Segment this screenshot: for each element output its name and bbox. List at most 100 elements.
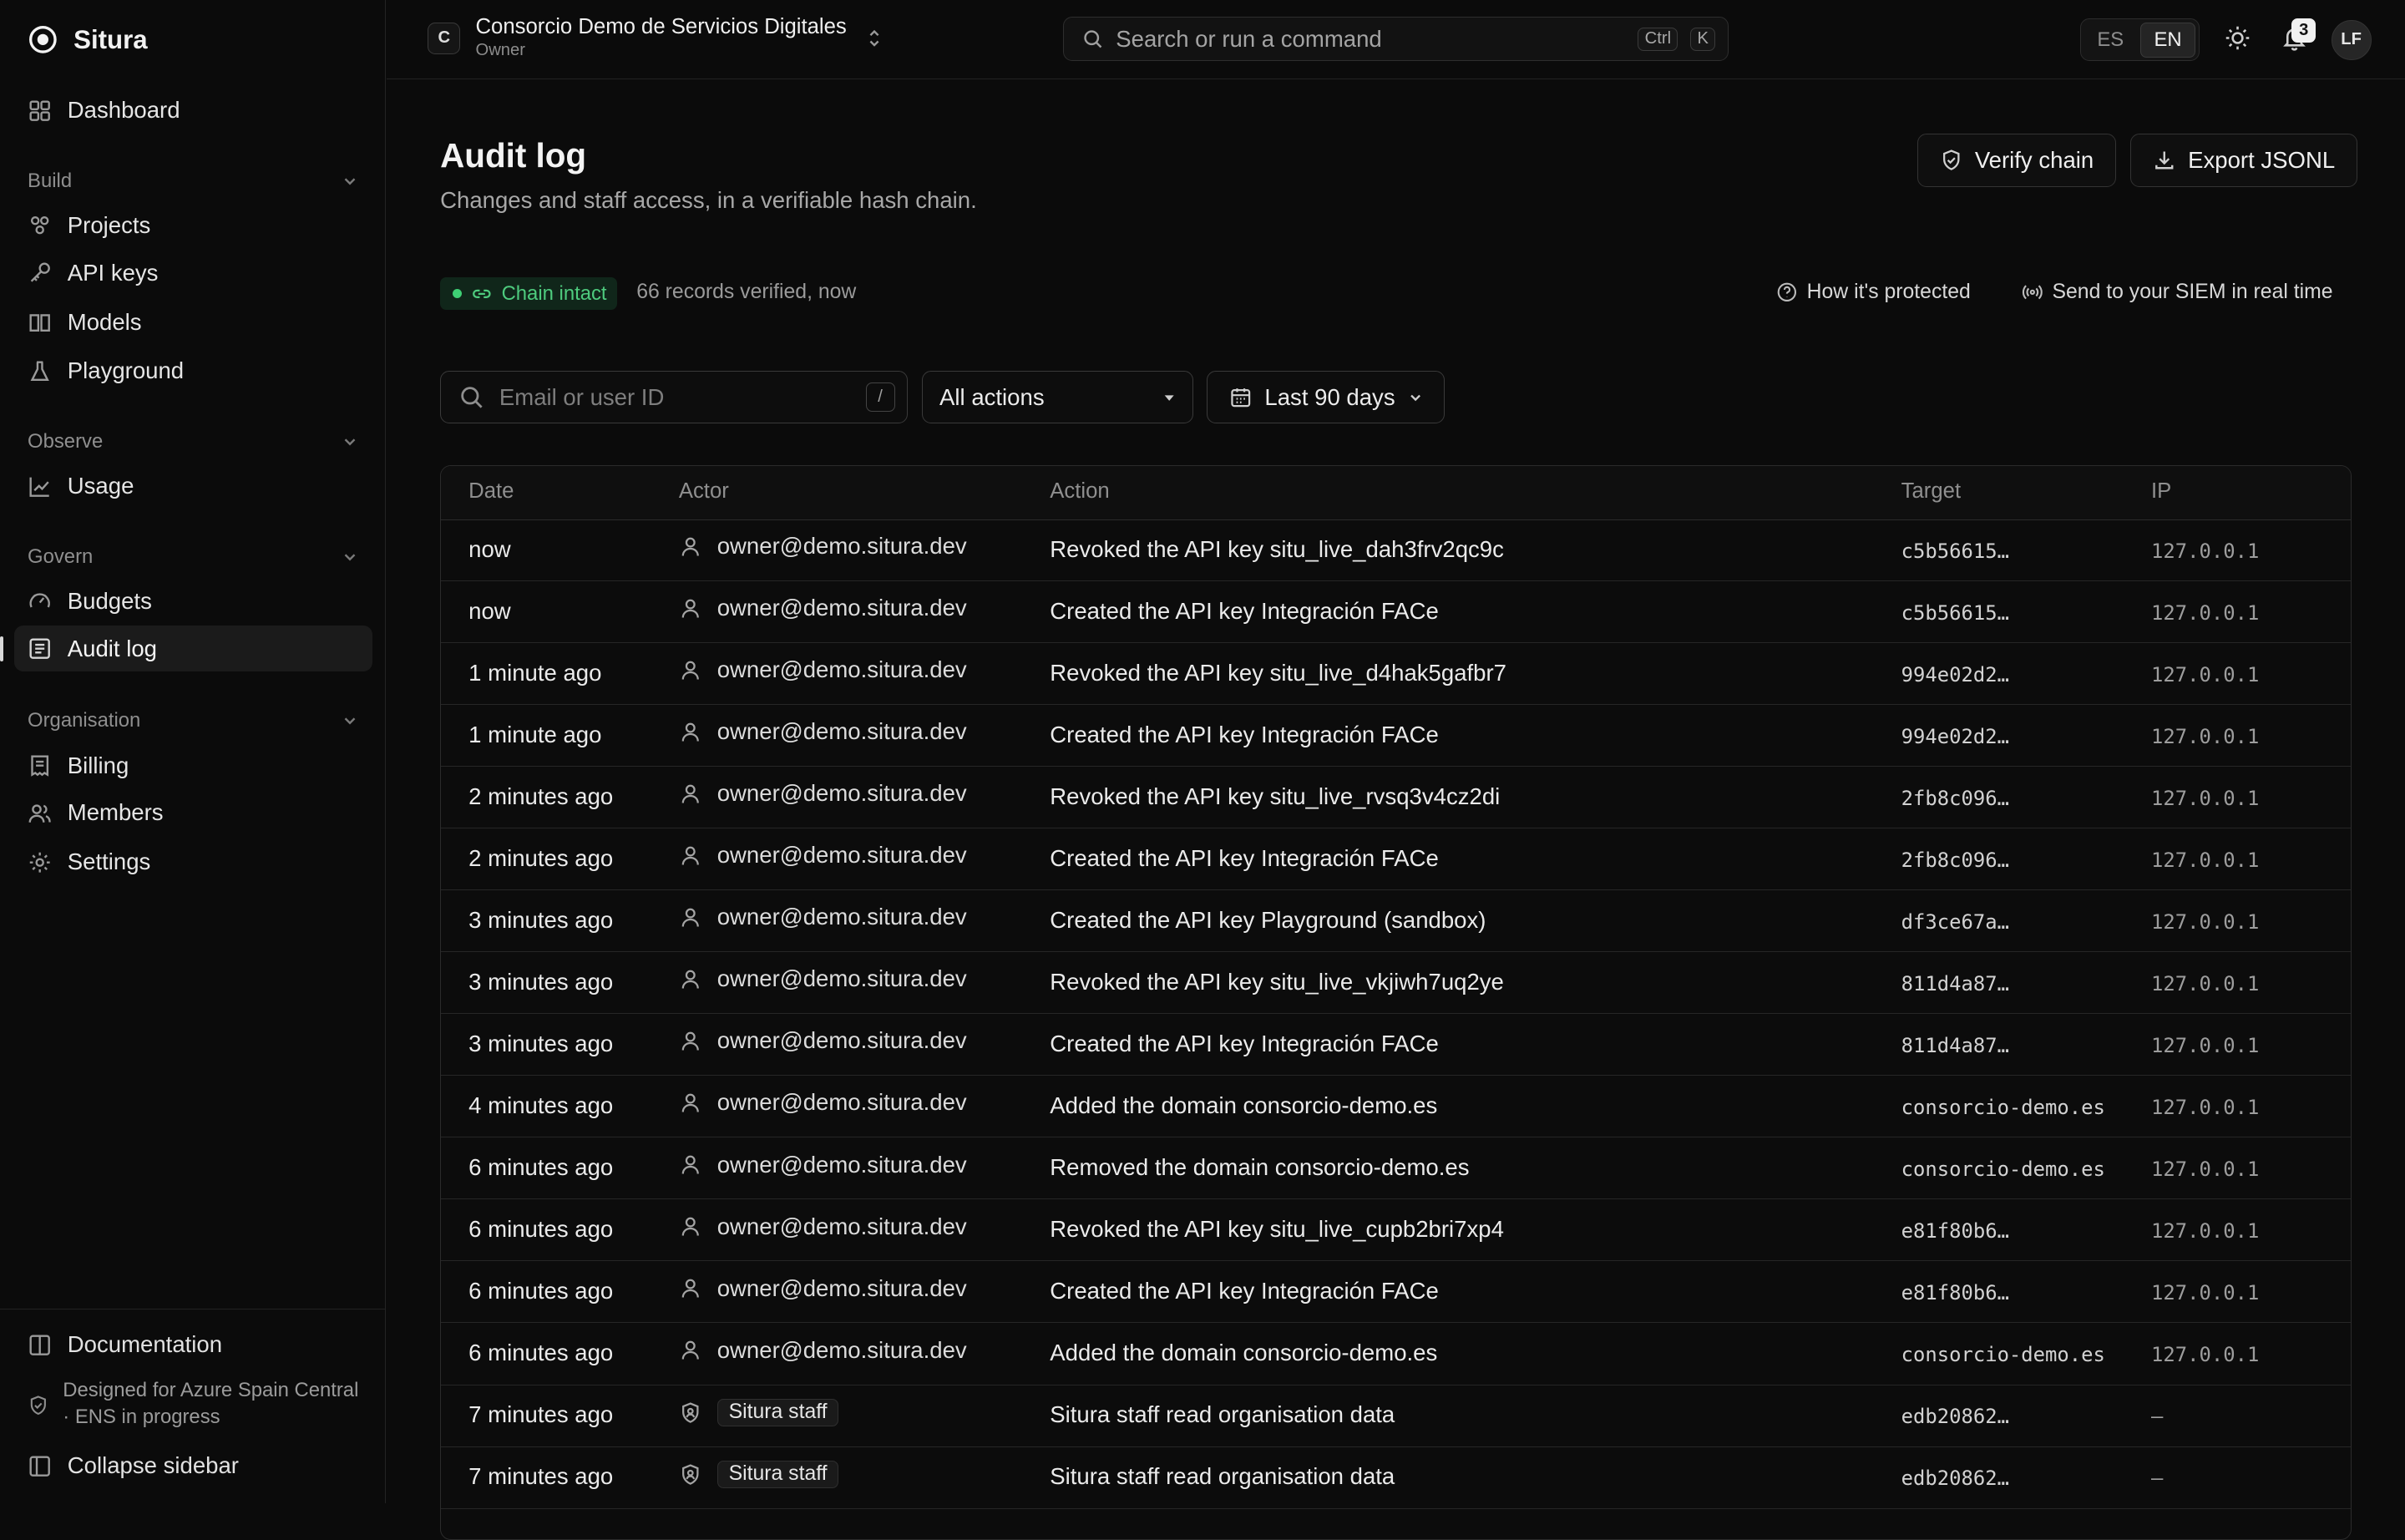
table-row[interactable]: 3 minutes ago owner@demo.situra.dev Create… — [441, 890, 2351, 953]
cell-ip: – — [2151, 1466, 2164, 1490]
sidebar-item-label: Billing — [67, 752, 129, 778]
table-row[interactable]: 2 minutes ago owner@demo.situra.dev Revoke… — [441, 767, 2351, 829]
gauge-icon — [29, 593, 50, 608]
sidebar-item-audit-log[interactable]: Audit log — [0, 626, 373, 672]
documentation-link[interactable]: Documentation — [28, 1331, 222, 1358]
group-build[interactable]: Build — [28, 167, 359, 195]
cell-action: Created the API key Playground (sandbox) — [1050, 907, 1486, 934]
collapse-sidebar-button[interactable]: Collapse sidebar — [28, 1452, 239, 1479]
topbar: C Consorcio Demo de Servicios Digitales … — [386, 0, 2405, 79]
actor-search-input[interactable]: Email or user ID / — [440, 371, 909, 423]
avatar[interactable]: LF — [2331, 19, 2372, 60]
table-row[interactable]: 6 minutes ago owner@demo.situra.dev Remove… — [441, 1137, 2351, 1200]
table-row[interactable]: 3 minutes ago owner@demo.situra.dev Revoke… — [441, 952, 2351, 1015]
table-row[interactable]: now owner@demo.situra.dev Created the API … — [441, 581, 2351, 644]
notifications-count: 3 — [2291, 18, 2316, 43]
group-organisation[interactable]: Organisation — [28, 707, 359, 735]
column-date[interactable]: Date — [468, 479, 514, 504]
cell-target[interactable]: 994e02d2… — [1901, 663, 2009, 686]
shield-user-icon — [681, 1464, 699, 1485]
sidebar-item-projects[interactable]: Projects — [14, 202, 373, 248]
sidebar-item-settings[interactable]: Settings — [14, 839, 373, 885]
cell-target[interactable]: edb20862… — [1901, 1405, 2009, 1428]
table-row[interactable]: 1 minute ago owner@demo.situra.dev Revoked… — [441, 643, 2351, 706]
table-row[interactable]: now owner@demo.situra.dev Revoked the API … — [441, 519, 2351, 582]
export-jsonl-button[interactable]: Export JSONL — [2130, 133, 2357, 188]
cell-target[interactable]: consorcio-demo.es — [1901, 1158, 2105, 1181]
line-chart-icon — [29, 477, 49, 497]
sidebar-item-api-keys[interactable]: API keys — [14, 250, 373, 296]
cell-target[interactable]: c5b56615… — [1901, 601, 2009, 625]
column-action[interactable]: Action — [1050, 479, 1109, 504]
cell-target[interactable]: edb20862… — [1901, 1467, 2009, 1490]
how-protected-link[interactable]: How it's protected — [1776, 281, 1971, 304]
table-row[interactable]: 7 minutes ago Situra staff Situra staff re… — [441, 1446, 2351, 1509]
sidebar-item-members[interactable]: Members — [14, 790, 373, 836]
lang-en[interactable]: EN — [2140, 22, 2196, 58]
sidebar-item-budgets[interactable]: Budgets — [14, 578, 373, 624]
table-row[interactable]: 6 minutes ago owner@demo.situra.dev Create… — [441, 1261, 2351, 1324]
actor-email: owner@demo.situra.dev — [716, 780, 967, 807]
shield-user-icon — [681, 1402, 699, 1423]
user-icon — [681, 722, 699, 742]
cell-ip: 127.0.0.1 — [2151, 1033, 2260, 1057]
cell-target[interactable]: consorcio-demo.es — [1901, 1096, 2105, 1119]
kbd-k: K — [1690, 27, 1716, 52]
action-filter-select[interactable]: All actions — [921, 371, 1193, 423]
table-row[interactable]: 6 minutes ago owner@demo.situra.dev Revoke… — [441, 1199, 2351, 1262]
user-icon — [681, 1279, 699, 1298]
situra-logo-icon — [29, 26, 57, 54]
cell-date: now — [468, 598, 511, 625]
group-label: Organisation — [28, 709, 141, 732]
cell-target[interactable]: e81f80b6… — [1901, 1219, 2009, 1243]
sidebar-item-models[interactable]: Models — [14, 299, 373, 345]
theme-toggle[interactable] — [2224, 24, 2251, 52]
actor-email: owner@demo.situra.dev — [716, 842, 967, 869]
column-actor[interactable]: Actor — [679, 479, 729, 504]
lang-es[interactable]: ES — [2083, 23, 2137, 57]
cell-target[interactable]: 2fb8c096… — [1901, 849, 2009, 872]
table-row[interactable]: 6 minutes ago owner@demo.situra.dev Added … — [441, 1323, 2351, 1385]
sidebar-item-dashboard[interactable]: Dashboard — [14, 88, 373, 134]
cell-target[interactable]: 811d4a87… — [1901, 1034, 2009, 1057]
org-switcher[interactable]: C Consorcio Demo de Servicios Digitales … — [428, 15, 883, 61]
cell-target[interactable]: 811d4a87… — [1901, 972, 2009, 995]
chevrons-up-down-icon — [869, 29, 879, 47]
table-row[interactable]: 7 minutes ago Situra staff Situra staff re… — [441, 1385, 2351, 1447]
command-search[interactable]: Search or run a command Ctrl K — [1062, 17, 1729, 62]
book-open-icon — [29, 1335, 50, 1355]
table-row[interactable]: 3 minutes ago owner@demo.situra.dev Create… — [441, 1014, 2351, 1076]
cell-target[interactable]: 2fb8c096… — [1901, 787, 2009, 810]
table-row[interactable]: 2 minutes ago owner@demo.situra.dev Create… — [441, 828, 2351, 891]
cell-date: 2 minutes ago — [468, 845, 614, 872]
cell-actor: owner@demo.situra.dev — [679, 965, 967, 992]
date-range-picker[interactable]: Last 90 days — [1207, 371, 1446, 423]
column-target[interactable]: Target — [1901, 479, 1961, 504]
sidebar-item-billing[interactable]: Billing — [14, 742, 373, 788]
cell-action: Revoked the API key situ_live_d4hak5gafb… — [1050, 660, 1506, 686]
table-row[interactable]: 4 minutes ago owner@demo.situra.dev Added … — [441, 1076, 2351, 1138]
group-govern[interactable]: Govern — [28, 543, 359, 570]
cell-target[interactable]: df3ce67a… — [1901, 910, 2009, 934]
cell-target[interactable]: c5b56615… — [1901, 540, 2009, 563]
date-range-value: Last 90 days — [1264, 383, 1395, 410]
staff-badge: Situra staff — [716, 1460, 839, 1489]
sidebar-item-usage[interactable]: Usage — [14, 464, 373, 509]
receipt-icon — [31, 755, 49, 777]
cell-target[interactable]: consorcio-demo.es — [1901, 1343, 2105, 1366]
cell-date: 6 minutes ago — [468, 1278, 614, 1304]
sidebar-item-label: Dashboard — [67, 97, 180, 124]
column-ip[interactable]: IP — [2151, 479, 2171, 504]
cell-target[interactable]: 994e02d2… — [1901, 725, 2009, 748]
sidebar-item-playground[interactable]: Playground — [14, 348, 373, 394]
actor-email: owner@demo.situra.dev — [716, 595, 967, 621]
brand-logo[interactable]: Situra — [28, 22, 148, 58]
group-observe[interactable]: Observe — [28, 428, 359, 455]
cell-date: 3 minutes ago — [468, 907, 614, 934]
page-title: Audit log — [440, 136, 587, 175]
verify-chain-button[interactable]: Verify chain — [1916, 133, 2116, 188]
siem-link[interactable]: Send to your SIEM in real time — [2022, 281, 2333, 304]
cell-target[interactable]: e81f80b6… — [1901, 1281, 2009, 1304]
table-row[interactable]: 1 minute ago owner@demo.situra.dev Created… — [441, 705, 2351, 767]
projects-icon — [30, 216, 49, 235]
